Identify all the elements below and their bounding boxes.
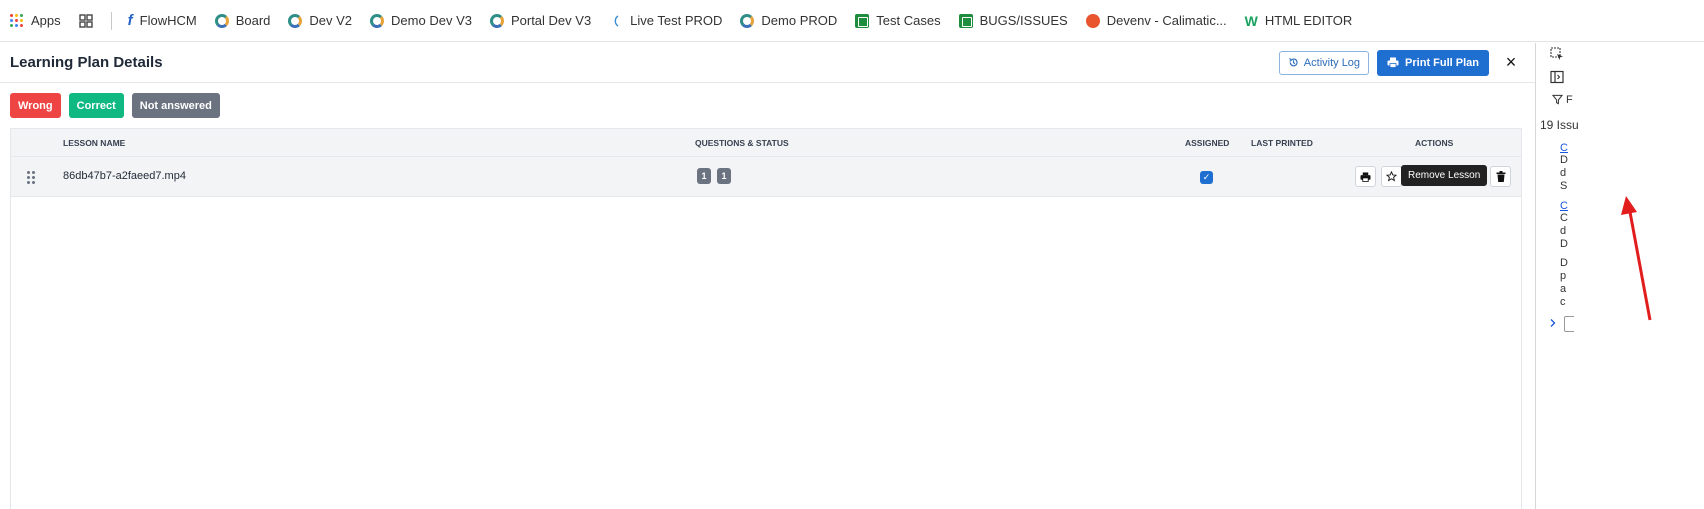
bookmark-label: Apps: [31, 13, 61, 28]
bookmark-html-editor[interactable]: W HTML EDITOR: [1245, 13, 1353, 29]
issues-count: 19 Issu: [1540, 118, 1579, 132]
column-header-last-printed[interactable]: LAST PRINTED: [1251, 129, 1313, 157]
issue-line: d: [1560, 167, 1567, 179]
remove-lesson-tooltip: Remove Lesson: [1401, 165, 1488, 186]
legend-correct: Correct: [68, 93, 124, 118]
favorite-lesson-button[interactable]: [1381, 166, 1402, 187]
swirl-logo-icon: [288, 13, 303, 28]
column-header-lesson-name[interactable]: LESSON NAME: [63, 129, 125, 157]
bookmark-label: Test Cases: [876, 13, 941, 28]
bookmark-demo-dev-v3[interactable]: Demo Dev V3: [370, 13, 472, 28]
inspect-element-icon[interactable]: [1550, 47, 1564, 61]
swirl-logo-icon: [370, 13, 385, 28]
devtools-panel: F 19 Issu C D d S C C d D D p a c: [1535, 43, 1704, 509]
toggle-sidebar-icon[interactable]: [1550, 70, 1564, 84]
bookmark-flowhcm[interactable]: f FlowHCM: [128, 12, 197, 29]
issue-line: S: [1560, 180, 1568, 192]
issue-line: D: [1560, 154, 1568, 166]
print-full-plan-button[interactable]: Print Full Plan: [1377, 49, 1489, 76]
bookmark-portal-dev-v3[interactable]: Portal Dev V3: [489, 13, 592, 28]
issue-line: d: [1560, 225, 1567, 237]
issue-line: a: [1560, 283, 1567, 295]
apps-grid-icon: [10, 13, 24, 28]
bookmark-tab-groups[interactable]: [78, 13, 93, 28]
column-header-actions: ACTIONS: [1415, 138, 1454, 148]
bookmark-separator: [110, 11, 112, 30]
issue-line: p: [1560, 270, 1567, 282]
lesson-name-cell: 86db47b7-a2faeed7.mp4: [63, 170, 186, 182]
legend-wrong: Wrong: [10, 93, 61, 118]
activity-log-label: Activity Log: [1303, 56, 1361, 69]
bookmark-label: Demo PROD: [761, 13, 838, 28]
swirl-logo-icon: [489, 13, 504, 28]
bookmark-apps[interactable]: Apps: [10, 13, 61, 28]
swirl-logo-icon: [740, 13, 755, 28]
bookmark-label: HTML EDITOR: [1264, 13, 1353, 28]
w-logo-icon: W: [1244, 12, 1258, 29]
bookmark-label: Live Test PROD: [630, 13, 723, 28]
bookmark-dev-v2[interactable]: Dev V2: [288, 13, 352, 28]
swirl-logo-icon: [214, 13, 229, 28]
bookmark-label: Portal Dev V3: [510, 13, 592, 28]
google-sheets-icon: [855, 13, 870, 28]
calimatic-icon: [1085, 13, 1100, 28]
legend-not-answered: Not answered: [131, 93, 220, 118]
bookmark-label: BUGS/ISSUES: [979, 13, 1068, 28]
flowhcm-icon: f: [127, 12, 133, 29]
bookmark-label: Devenv - Calimatic...: [1106, 13, 1227, 28]
lessons-table: LESSON NAME QUESTIONS & STATUS ASSIGNED …: [10, 128, 1522, 509]
filter-icon[interactable]: [1552, 94, 1563, 105]
bookmark-devenv-calimatic[interactable]: Devenv - Calimatic...: [1085, 13, 1227, 28]
bookmark-label: FlowHCM: [139, 13, 197, 28]
learning-plan-panel: Learning Plan Details Activity Log Print…: [0, 43, 1535, 509]
questions-status-cell: 1 1: [697, 168, 731, 184]
devtools-filter-label[interactable]: F: [1566, 94, 1573, 107]
question-status-badge[interactable]: 1: [717, 168, 731, 184]
remove-lesson-button[interactable]: [1490, 166, 1511, 187]
loading-icon: [614, 14, 619, 27]
history-icon: [1288, 58, 1298, 67]
bookmark-live-test-prod[interactable]: Live Test PROD: [609, 13, 722, 28]
bookmark-label: Dev V2: [309, 13, 353, 28]
assigned-checkbox[interactable]: ✓: [1200, 171, 1213, 184]
table-header: LESSON NAME QUESTIONS & STATUS ASSIGNED …: [11, 129, 1521, 157]
activity-log-button[interactable]: Activity Log: [1278, 50, 1370, 75]
bookmark-bugs-issues[interactable]: BUGS/ISSUES: [958, 13, 1068, 28]
printer-icon: [1387, 57, 1399, 68]
print-full-plan-label: Print Full Plan: [1405, 56, 1479, 69]
column-header-assigned[interactable]: ASSIGNED: [1185, 129, 1229, 157]
issue-line: C: [1560, 212, 1568, 224]
tab-groups-icon: [78, 13, 93, 28]
bookmark-label: Demo Dev V3: [391, 13, 472, 28]
google-sheets-icon: [958, 13, 973, 28]
issue-line: D: [1560, 238, 1568, 250]
status-legend: Wrong Correct Not answered: [0, 83, 1535, 128]
close-icon[interactable]: ×: [1503, 52, 1519, 73]
column-header-questions-status[interactable]: QUESTIONS & STATUS: [695, 129, 789, 157]
page-title: Learning Plan Details: [10, 54, 163, 71]
printer-icon: [1360, 171, 1371, 182]
issue-line: c: [1560, 296, 1566, 308]
bookmark-board[interactable]: Board: [214, 13, 271, 28]
chevron-right-icon[interactable]: [1548, 318, 1558, 328]
print-lesson-button[interactable]: [1355, 166, 1376, 187]
bookmark-test-cases[interactable]: Test Cases: [855, 13, 941, 28]
star-icon: [1386, 171, 1397, 182]
bookmark-demo-prod[interactable]: Demo PROD: [740, 13, 837, 28]
panel-header: Learning Plan Details Activity Log Print…: [0, 43, 1535, 83]
issue-line: D: [1560, 257, 1568, 269]
table-row: 86db47b7-a2faeed7.mp4 1 1 ✓ Remove Lesso…: [11, 157, 1521, 197]
trash-icon: [1496, 171, 1505, 182]
question-status-badge[interactable]: 1: [697, 168, 711, 184]
issue-expander-box: [1564, 316, 1574, 332]
drag-handle-icon[interactable]: [27, 171, 35, 184]
bookmarks-bar: Apps f FlowHCM Board Dev V2 Demo Dev V3 …: [0, 0, 1704, 42]
bookmark-label: Board: [235, 13, 271, 28]
